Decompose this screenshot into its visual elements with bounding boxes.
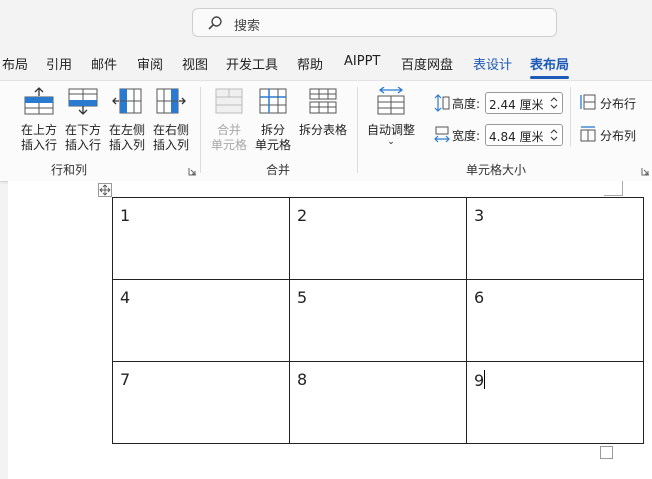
- insert-row-above-icon: [24, 87, 54, 115]
- autofit-label: 自动调整: [366, 123, 415, 137]
- split-cells-icon: [259, 88, 287, 114]
- insert-above-label-1: 在上方: [20, 123, 57, 137]
- insert-row-below-icon: [68, 88, 98, 115]
- row-height-icon: [434, 94, 450, 112]
- insert-below-button[interactable]: 在下方 插入行: [62, 87, 104, 153]
- split-cells-button[interactable]: 拆分 单元格: [252, 87, 294, 153]
- split-table-label: 拆分表格: [298, 123, 347, 137]
- distribute-rows-icon: [580, 94, 596, 110]
- tab-baidu-netdisk[interactable]: 百度网盘: [401, 54, 453, 73]
- tab-help[interactable]: 帮助: [297, 54, 323, 73]
- split-cells-label-2: 单元格: [254, 138, 291, 152]
- merge-cells-icon: [215, 88, 243, 114]
- chevron-down-icon: ⌄: [387, 137, 395, 147]
- merge-cells-label-2: 单元格: [210, 138, 247, 152]
- width-value: 4.84 厘米: [489, 130, 544, 144]
- spinner-arrows-icon[interactable]: [550, 95, 558, 111]
- insert-left-button[interactable]: 在左侧 插入列: [106, 87, 148, 153]
- spinner-arrows-icon[interactable]: [550, 127, 558, 143]
- group-label-cell-size: 单元格大小: [466, 163, 527, 177]
- autofit-button[interactable]: 自动调整 ⌄: [364, 86, 418, 147]
- distribute-columns-icon: [580, 126, 596, 142]
- autofit-icon: [377, 86, 405, 115]
- height-spinner[interactable]: 2.44 厘米: [485, 92, 563, 114]
- split-table-icon: [309, 88, 337, 114]
- table-row: 7 8 9: [112, 361, 644, 444]
- tab-aippt[interactable]: AIPPT: [344, 54, 380, 69]
- insert-below-label-2: 插入行: [64, 138, 101, 152]
- group-separator: [357, 87, 358, 173]
- table-cell[interactable]: 4: [112, 279, 290, 362]
- insert-right-label-2: 插入列: [152, 138, 189, 152]
- table-cell[interactable]: 1: [112, 197, 290, 280]
- dialog-launcher-icon[interactable]: [641, 167, 650, 176]
- table-move-handle-icon[interactable]: [98, 183, 112, 197]
- table-cell[interactable]: 6: [466, 279, 644, 362]
- insert-left-label-2: 插入列: [108, 138, 145, 152]
- group-label-rows-cols: 行和列: [51, 163, 88, 177]
- group-separator: [200, 87, 201, 173]
- page-margin-mark: [604, 181, 623, 196]
- search-placeholder: 搜索: [234, 19, 261, 34]
- dialog-launcher-icon[interactable]: [188, 167, 197, 176]
- distribute-cols-label: 分布列: [600, 129, 637, 143]
- insert-right-button[interactable]: 在右侧 插入列: [150, 87, 192, 153]
- search-icon: [208, 16, 222, 30]
- data-table: 1 2 3 4 5 6 7 8 9: [112, 197, 644, 444]
- width-label: 宽度:: [452, 129, 481, 143]
- table-cell[interactable]: 2: [289, 197, 467, 280]
- tab-table-layout[interactable]: 表布局: [530, 54, 570, 79]
- merge-cells-label-1: 合并: [216, 123, 241, 137]
- insert-above-label-2: 插入行: [20, 138, 57, 152]
- split-table-button[interactable]: 拆分表格: [296, 87, 350, 138]
- insert-above-button[interactable]: 在上方 插入行: [18, 87, 60, 153]
- ribbon-tabs: 布局 引用 邮件 审阅 视图 开发工具 帮助 AIPPT 百度网盘 表设计 表布…: [0, 50, 652, 79]
- tab-review[interactable]: 审阅: [137, 54, 163, 73]
- group-separator: [570, 87, 571, 147]
- search-box[interactable]: 搜索: [192, 8, 557, 37]
- table-resize-handle[interactable]: [600, 446, 613, 459]
- table-cell-active[interactable]: 9: [466, 361, 644, 444]
- tab-mailings[interactable]: 邮件: [91, 54, 117, 73]
- ribbon: 在上方 插入行 在下方 插入行 在左侧 插入列 在右侧 插入列 行和列 合并 单…: [0, 80, 652, 182]
- title-bar: 搜索: [0, 0, 652, 46]
- table-row: 1 2 3: [112, 197, 644, 280]
- merge-cells-button[interactable]: 合并 单元格: [208, 87, 250, 153]
- tab-references[interactable]: 引用: [46, 54, 72, 73]
- group-label-merge: 合并: [266, 163, 291, 177]
- split-cells-label-1: 拆分: [260, 123, 285, 137]
- insert-below-label-1: 在下方: [64, 123, 101, 137]
- table-cell[interactable]: 3: [466, 197, 644, 280]
- height-value: 2.44 厘米: [489, 98, 544, 112]
- table-cell[interactable]: 8: [289, 361, 467, 444]
- tab-view[interactable]: 视图: [182, 54, 208, 73]
- tab-layout[interactable]: 布局: [2, 54, 28, 73]
- table-cell[interactable]: 5: [289, 279, 467, 362]
- insert-right-label-1: 在右侧: [152, 123, 189, 137]
- insert-column-right-icon: [156, 88, 186, 114]
- tab-developer[interactable]: 开发工具: [226, 54, 278, 73]
- insert-column-left-icon: [112, 88, 142, 114]
- insert-left-label-1: 在左侧: [108, 123, 145, 137]
- table-cell[interactable]: 7: [112, 361, 290, 444]
- height-label: 高度:: [452, 97, 481, 111]
- document-page[interactable]: 1 2 3 4 5 6 7 8 9: [8, 181, 652, 479]
- table-row: 4 5 6: [112, 279, 644, 362]
- cell-text: 9: [474, 371, 485, 390]
- text-cursor: [484, 370, 486, 389]
- distribute-rows-label: 分布行: [600, 97, 637, 111]
- column-width-icon: [434, 126, 450, 143]
- width-spinner[interactable]: 4.84 厘米: [485, 124, 563, 146]
- tab-table-design[interactable]: 表设计: [473, 54, 512, 73]
